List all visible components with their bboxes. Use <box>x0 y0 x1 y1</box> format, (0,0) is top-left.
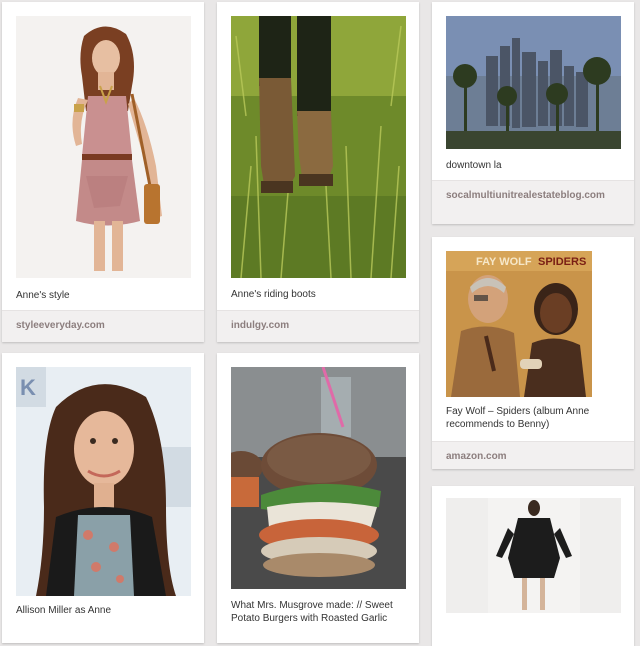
pin-image[interactable]: FAY WOLF SPIDERS <box>446 251 592 397</box>
pin-image[interactable] <box>16 16 191 278</box>
pin-card[interactable]: FAY WOLF SPIDERS Fay Wolf – Spiders (alb… <box>432 237 634 469</box>
pin-card[interactable]: Anne's style styleeveryday.com <box>2 2 204 342</box>
pin-card[interactable]: Anne's riding boots indulgy.com <box>217 2 419 342</box>
pin-image[interactable] <box>446 16 621 149</box>
pin-description: downtown la <box>446 160 502 171</box>
pin-card[interactable]: What Mrs. Musgrove made: // Sweet Potato… <box>217 353 419 643</box>
pin-description: Anne's style <box>16 290 70 301</box>
pin-source-link[interactable]: indulgy.com <box>217 310 419 342</box>
pin-source-link[interactable]: amazon.com <box>432 441 634 469</box>
album-title-text: SPIDERS <box>538 256 586 268</box>
pin-description: Allison Miller as Anne <box>16 605 112 616</box>
pin-description: Anne's riding boots <box>231 289 316 300</box>
pin-image[interactable] <box>446 498 621 613</box>
pin-card[interactable]: K Allison Miller as Anne <box>2 353 204 643</box>
pin-description: What Mrs. Musgrove made: // Sweet Potato… <box>231 600 393 624</box>
pin-image[interactable]: K <box>16 367 191 596</box>
pin-source-link[interactable]: socalmultiunitrealestateblog.com <box>432 180 634 224</box>
pin-image[interactable] <box>231 16 406 278</box>
album-artist-text: FAY WOLF <box>476 256 532 268</box>
pin-source-link[interactable]: styleeveryday.com <box>2 310 204 342</box>
svg-text:K: K <box>20 375 36 400</box>
pin-image[interactable] <box>231 367 406 589</box>
pin-card[interactable] <box>432 486 634 646</box>
pin-description: Fay Wolf – Spiders (album Anne recommend… <box>446 406 590 430</box>
pin-card[interactable]: downtown la socalmultiunitrealestateblog… <box>432 2 634 224</box>
